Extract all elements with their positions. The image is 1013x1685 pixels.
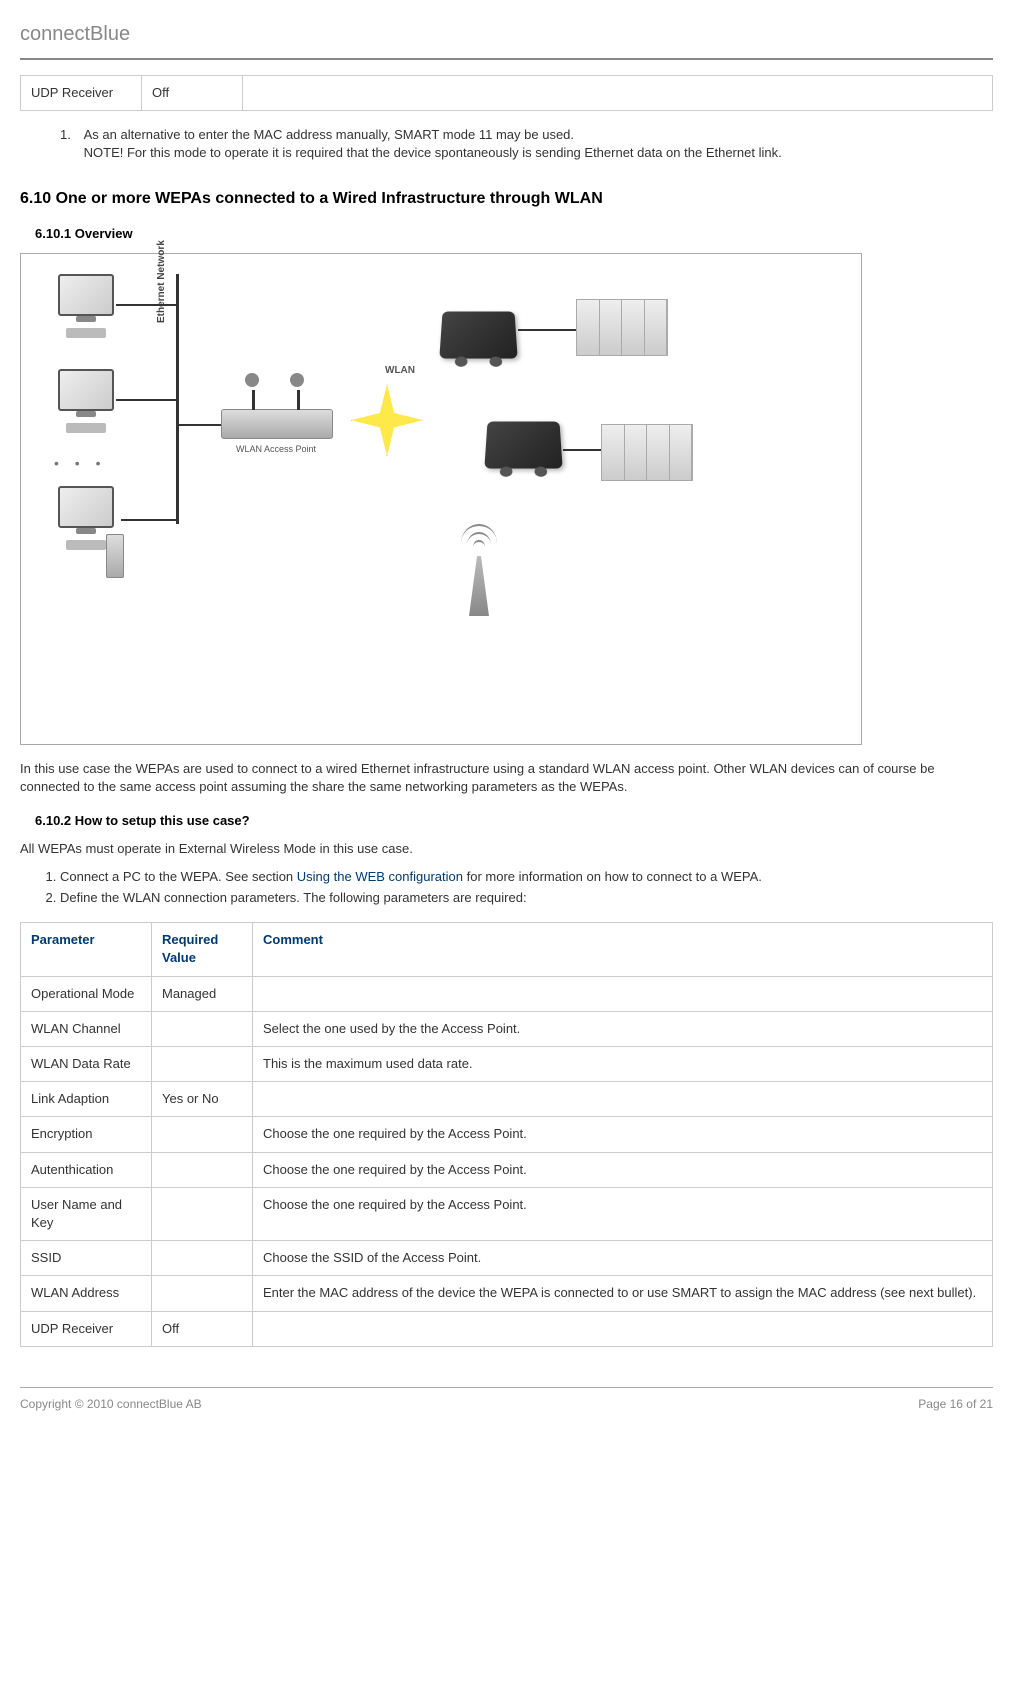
list-item: Define the WLAN connection parameters. T… xyxy=(60,889,993,907)
cell-comment: Choose the SSID of the Access Point. xyxy=(253,1241,993,1276)
header-divider xyxy=(20,58,993,60)
wlan-access-point-icon: WLAN Access Point xyxy=(221,409,331,456)
cell-comment xyxy=(253,1082,993,1117)
list-item: Connect a PC to the WEPA. See section Us… xyxy=(60,868,993,886)
cell-comment: Enter the MAC address of the device the … xyxy=(253,1276,993,1311)
cell-param: User Name and Key xyxy=(21,1187,152,1240)
antenna-icon xyxy=(459,524,499,616)
table-row: WLAN Channel Select the one used by the t… xyxy=(21,1011,993,1046)
cell-param: Link Adaption xyxy=(21,1082,152,1117)
section-heading-6-10: 6.10 One or more WEPAs connected to a Wi… xyxy=(20,188,993,210)
table-row: SSID Choose the SSID of the Access Point. xyxy=(21,1241,993,1276)
wepa-device-icon xyxy=(484,422,562,469)
note-block: 1. As an alternative to enter the MAC ad… xyxy=(60,126,993,162)
cell-value: Managed xyxy=(152,976,253,1011)
computer-icon xyxy=(46,369,126,433)
ethernet-network-label: Ethernet Network xyxy=(155,240,169,323)
cell-comment: Choose the one required by the Access Po… xyxy=(253,1187,993,1240)
connector-line xyxy=(116,304,176,306)
howto-heading: 6.10.2 How to setup this use case? xyxy=(35,812,993,830)
computer-with-tower-icon xyxy=(46,486,126,550)
table-header-row: Parameter Required Value Comment xyxy=(21,923,993,976)
copyright-text: Copyright © 2010 connectBlue AB xyxy=(20,1396,202,1413)
cell-comment: This is the maximum used data rate. xyxy=(253,1047,993,1082)
ap-label: WLAN Access Point xyxy=(221,443,331,456)
wlan-burst-icon xyxy=(351,384,421,454)
cell-value xyxy=(152,1276,253,1311)
cell-value xyxy=(152,1117,253,1152)
overview-paragraph: In this use case the WEPAs are used to c… xyxy=(20,760,993,796)
connector-line xyxy=(518,329,576,331)
computer-icon xyxy=(46,274,126,338)
setup-steps-list: Connect a PC to the WEPA. See section Us… xyxy=(60,868,993,907)
col-parameter: Parameter xyxy=(21,923,152,976)
plc-module-icon xyxy=(576,299,668,356)
cell-comment xyxy=(253,976,993,1011)
ethernet-cable-line xyxy=(176,274,179,524)
wlan-label: WLAN xyxy=(385,364,415,378)
connector-line xyxy=(116,399,176,401)
overview-heading: 6.10.1 Overview xyxy=(35,225,993,243)
cell-param: Autenthication xyxy=(21,1152,152,1187)
parameter-table: Parameter Required Value Comment Operati… xyxy=(20,922,993,1346)
cell-value xyxy=(152,1241,253,1276)
cell-comment xyxy=(243,76,993,111)
table-row: UDP Receiver Off xyxy=(21,76,993,111)
cell-comment: Select the one used by the the Access Po… xyxy=(253,1011,993,1046)
howto-intro: All WEPAs must operate in External Wirel… xyxy=(20,840,993,858)
connector-line xyxy=(121,519,176,521)
plc-module-icon xyxy=(601,424,693,481)
network-diagram: • • • Ethernet Network WLAN Access Point… xyxy=(20,253,862,745)
cell-value: Off xyxy=(152,1311,253,1346)
cell-param: WLAN Channel xyxy=(21,1011,152,1046)
top-small-table: UDP Receiver Off xyxy=(20,75,993,111)
note-text: As an alternative to enter the MAC addre… xyxy=(84,126,984,162)
cell-param: WLAN Data Rate xyxy=(21,1047,152,1082)
connector-line xyxy=(563,449,601,451)
cell-value: Yes or No xyxy=(152,1082,253,1117)
col-required-value: Required Value xyxy=(152,923,253,976)
cell-param: WLAN Address xyxy=(21,1276,152,1311)
connector-line xyxy=(176,424,221,426)
cell-param: UDP Receiver xyxy=(21,1311,152,1346)
page-footer: Copyright © 2010 connectBlue AB Page 16 … xyxy=(20,1387,993,1413)
dots-icon: • • • xyxy=(54,454,106,474)
table-row: Encryption Choose the one required by the… xyxy=(21,1117,993,1152)
table-row: Link AdaptionYes or No xyxy=(21,1082,993,1117)
table-row: WLAN Data Rate This is the maximum used d… xyxy=(21,1047,993,1082)
cell-value xyxy=(152,1187,253,1240)
table-row: WLAN Address Enter the MAC address of the… xyxy=(21,1276,993,1311)
cell-comment xyxy=(253,1311,993,1346)
brand-header: connectBlue xyxy=(20,20,993,48)
cell-param: SSID xyxy=(21,1241,152,1276)
cell-param: UDP Receiver xyxy=(21,76,142,111)
cell-comment: Choose the one required by the Access Po… xyxy=(253,1117,993,1152)
web-config-link[interactable]: Using the WEB configuration xyxy=(297,869,463,884)
cell-comment: Choose the one required by the Access Po… xyxy=(253,1152,993,1187)
cell-value xyxy=(152,1152,253,1187)
col-comment: Comment xyxy=(253,923,993,976)
cell-value: Off xyxy=(142,76,243,111)
wepa-device-icon xyxy=(439,312,517,359)
cell-value xyxy=(152,1011,253,1046)
table-row: Operational ModeManaged xyxy=(21,976,993,1011)
cell-param: Operational Mode xyxy=(21,976,152,1011)
note-number: 1. xyxy=(60,126,80,144)
table-row: Autenthication Choose the one required by… xyxy=(21,1152,993,1187)
cell-param: Encryption xyxy=(21,1117,152,1152)
cell-value xyxy=(152,1047,253,1082)
page-number: Page 16 of 21 xyxy=(918,1396,993,1413)
table-row: UDP ReceiverOff xyxy=(21,1311,993,1346)
table-row: User Name and Key Choose the one required… xyxy=(21,1187,993,1240)
